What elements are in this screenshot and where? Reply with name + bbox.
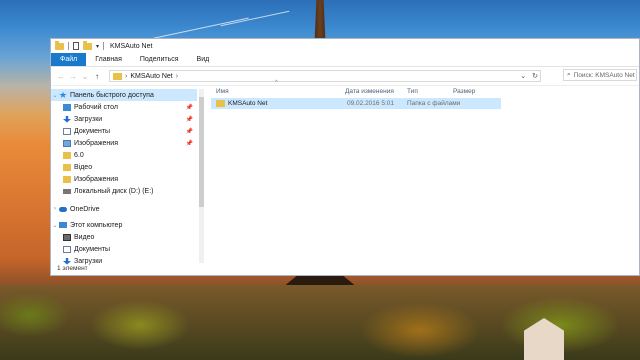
- nav-item-this-pc[interactable]: ⌄ Этот компьютер: [51, 219, 197, 231]
- desktop-icon: [63, 103, 71, 111]
- nav-item-pictures-folder[interactable]: Изображения: [51, 173, 197, 185]
- sort-ascending-icon: ^: [275, 80, 278, 86]
- customize-toolbar-icon[interactable]: ▾: [96, 43, 99, 50]
- chevron-down-icon[interactable]: ⌄: [51, 92, 59, 99]
- pin-icon[interactable]: 📌: [186, 116, 193, 123]
- folder-icon: [63, 163, 71, 171]
- cloud-icon: [59, 206, 67, 212]
- nav-scrollbar[interactable]: [199, 89, 204, 263]
- nav-item-downloads[interactable]: Загрузки 📌: [51, 113, 197, 125]
- column-header-size[interactable]: Размер: [453, 85, 475, 97]
- folder-icon: [216, 100, 225, 107]
- toolbar-separator: [68, 42, 69, 50]
- file-date: 09.02.2016 5:01: [347, 100, 394, 107]
- nav-item-onedrive[interactable]: › OneDrive: [51, 203, 197, 215]
- documents-icon: [63, 127, 71, 135]
- pictures-icon: [63, 139, 71, 147]
- chevron-right-icon[interactable]: ›: [176, 73, 178, 80]
- chevron-right-icon[interactable]: ›: [51, 206, 59, 212]
- up-icon[interactable]: ↑: [91, 72, 103, 81]
- chevron-right-icon[interactable]: ›: [125, 73, 127, 80]
- pin-icon[interactable]: 📌: [186, 140, 193, 147]
- nav-item-label: Видео: [74, 233, 95, 241]
- nav-item-label: Изображения: [74, 175, 118, 183]
- nav-item-label: Панель быстрого доступа: [70, 91, 154, 99]
- documents-icon: [63, 245, 71, 253]
- tab-file[interactable]: Файл: [51, 53, 87, 66]
- column-header-name[interactable]: Имя: [216, 85, 229, 97]
- nav-item-label: Документы: [74, 245, 111, 253]
- nav-item-pc-documents[interactable]: Документы: [51, 243, 197, 255]
- nav-item-label: Загрузки: [74, 115, 103, 123]
- nav-item-label: Загрузки: [74, 257, 103, 265]
- explorer-body: ⌄ Панель быстрого доступа Рабочий стол 📌…: [51, 80, 640, 265]
- nav-item-label: Відео: [74, 163, 93, 171]
- new-folder-icon[interactable]: [83, 40, 92, 50]
- search-placeholder: Поиск: KMSAuto Net: [573, 71, 635, 79]
- title-bar: ▾ KMSAuto Net: [51, 39, 639, 53]
- nav-item-label: Рабочий стол: [74, 103, 118, 111]
- column-header-type[interactable]: Тип: [407, 85, 418, 97]
- folder-icon: [113, 72, 122, 80]
- tab-home[interactable]: Главная: [86, 53, 131, 66]
- tab-share[interactable]: Поделиться: [131, 53, 188, 66]
- file-type: Папка с файлами: [407, 100, 461, 107]
- recent-locations-icon[interactable]: ⌄: [79, 72, 91, 81]
- nav-scrollbar-thumb[interactable]: [199, 97, 204, 207]
- address-dropdown-icon[interactable]: ⌄: [520, 72, 526, 80]
- file-name: KMSAuto Net: [228, 100, 268, 107]
- back-icon[interactable]: ←: [55, 72, 67, 81]
- forward-icon[interactable]: →: [67, 72, 79, 81]
- navigation-pane: ⌄ Панель быстрого доступа Рабочий стол 📌…: [51, 85, 206, 265]
- explorer-window: ▾ KMSAuto Net Файл Главная Поделиться Ви…: [50, 38, 640, 276]
- search-input[interactable]: ⌕ Поиск: KMSAuto Net: [563, 69, 637, 81]
- folder-icon: [63, 151, 71, 159]
- search-icon: ⌕: [567, 71, 571, 78]
- nav-item-6-0[interactable]: 6.0: [51, 149, 197, 161]
- quick-access-toolbar: ▾: [55, 40, 105, 50]
- refresh-icon[interactable]: ↻: [532, 72, 538, 80]
- computer-icon: [59, 222, 67, 228]
- pin-icon[interactable]: 📌: [186, 104, 193, 111]
- address-actions: ⌄ ↻: [520, 72, 538, 80]
- status-bar-count: 1 элемент: [57, 265, 88, 272]
- nav-item-quick-access[interactable]: ⌄ Панель быстрого доступа: [51, 89, 197, 101]
- pin-icon[interactable]: 📌: [186, 128, 193, 135]
- properties-icon[interactable]: [73, 42, 79, 50]
- nav-item-label: OneDrive: [70, 205, 100, 213]
- disk-icon: [63, 188, 71, 194]
- nav-item-local-disk[interactable]: Локальный диск (D:) (E:): [51, 185, 197, 197]
- nav-item-desktop[interactable]: Рабочий стол 📌: [51, 101, 197, 113]
- address-bar[interactable]: › KMSAuto Net › ⌄ ↻: [109, 70, 541, 82]
- file-name-cell[interactable]: KMSAuto Net: [216, 98, 267, 109]
- toolbar-separator: [103, 42, 105, 50]
- column-header-date[interactable]: Дата изменения: [345, 85, 394, 97]
- nav-item-pictures[interactable]: Изображения 📌: [51, 137, 197, 149]
- tab-view[interactable]: Вид: [188, 53, 219, 66]
- window-title: KMSAuto Net: [110, 42, 153, 50]
- nav-item-pc-video[interactable]: Видео: [51, 231, 197, 243]
- nav-item-pc-downloads[interactable]: Загрузки: [51, 255, 197, 265]
- nav-item-label: 6.0: [74, 151, 84, 159]
- address-path[interactable]: KMSAuto Net: [130, 73, 172, 80]
- file-list: ^ Имя Дата изменения Тип Размер KMSAuto …: [211, 80, 640, 265]
- ribbon-tabs: Файл Главная Поделиться Вид: [51, 53, 639, 67]
- light-streak: [220, 10, 290, 27]
- nav-item-label: Этот компьютер: [70, 221, 123, 229]
- address-row: ← → ⌄ ↑ › KMSAuto Net › ⌄ ↻: [51, 67, 639, 86]
- nav-item-label: Локальный диск (D:) (E:): [74, 187, 154, 195]
- star-icon: [59, 91, 67, 98]
- nav-item-label: Документы: [74, 127, 111, 135]
- nav-item-documents[interactable]: Документы 📌: [51, 125, 197, 137]
- folder-icon: [55, 40, 64, 50]
- nav-item-video-folder[interactable]: Відео: [51, 161, 197, 173]
- download-icon: [63, 115, 71, 123]
- folder-icon: [63, 175, 71, 183]
- download-icon: [63, 257, 71, 265]
- chevron-down-icon[interactable]: ⌄: [51, 222, 59, 229]
- nav-item-label: Изображения: [74, 139, 118, 147]
- video-icon: [63, 233, 71, 241]
- eiffel-tower-top: [314, 0, 326, 40]
